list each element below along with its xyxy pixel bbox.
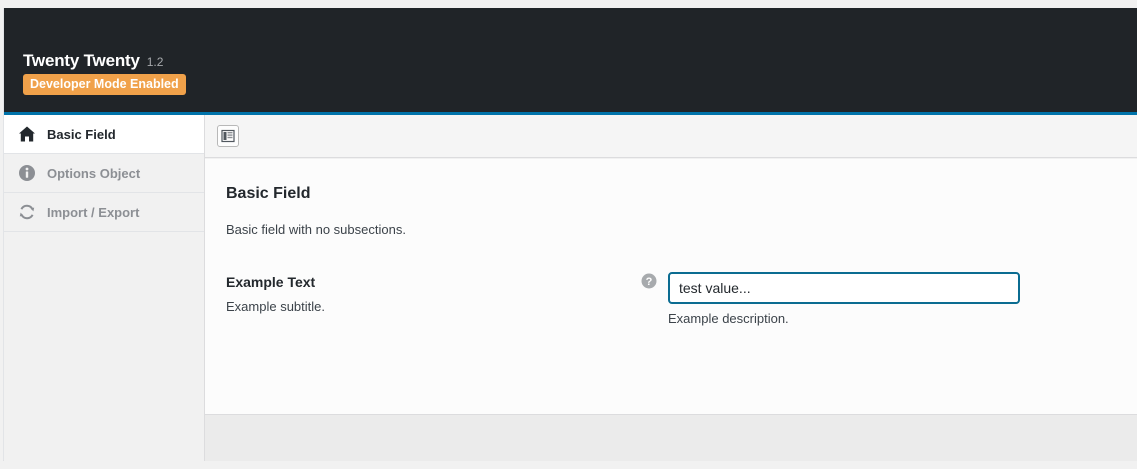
sidebar-item-basic-field[interactable]: Basic Field (4, 115, 204, 154)
section-title: Basic Field (226, 185, 311, 202)
question-icon[interactable]: ? (641, 273, 657, 289)
developer-mode-badge: Developer Mode Enabled (23, 74, 186, 95)
info-icon (19, 165, 35, 181)
example-text-input[interactable] (668, 272, 1020, 304)
main-area: Basic Field Basic field with no subsecti… (205, 115, 1137, 461)
section-content: Basic Field Basic field with no subsecti… (205, 159, 1137, 414)
options-panel: Twenty Twenty 1.2 Developer Mode Enabled … (3, 8, 1137, 461)
home-icon (19, 126, 35, 142)
layout-toggle-button[interactable] (217, 125, 239, 147)
svg-text:?: ? (646, 276, 653, 288)
field-subtitle: Example subtitle. (226, 299, 325, 314)
sidebar: Basic Field Options Object Import / Expo… (4, 115, 205, 461)
main-toolbar (205, 115, 1137, 158)
panel-footer (205, 414, 1137, 461)
header-title-row: Twenty Twenty 1.2 (23, 51, 163, 71)
sidebar-item-options-object[interactable]: Options Object (4, 154, 204, 193)
field-description: Example description. (668, 311, 789, 326)
layout-toggle-icon (221, 129, 235, 143)
field-title: Example Text (226, 274, 316, 290)
refresh-icon (19, 204, 35, 220)
sidebar-item-label: Basic Field (47, 127, 116, 142)
sidebar-item-label: Import / Export (47, 205, 140, 220)
theme-name: Twenty Twenty (23, 51, 140, 70)
sidebar-item-label: Options Object (47, 166, 141, 181)
theme-version: 1.2 (146, 55, 164, 69)
panel-header: Twenty Twenty 1.2 Developer Mode Enabled (4, 8, 1137, 112)
section-description: Basic field with no subsections. (226, 222, 406, 237)
sidebar-item-import-export[interactable]: Import / Export (4, 193, 204, 232)
